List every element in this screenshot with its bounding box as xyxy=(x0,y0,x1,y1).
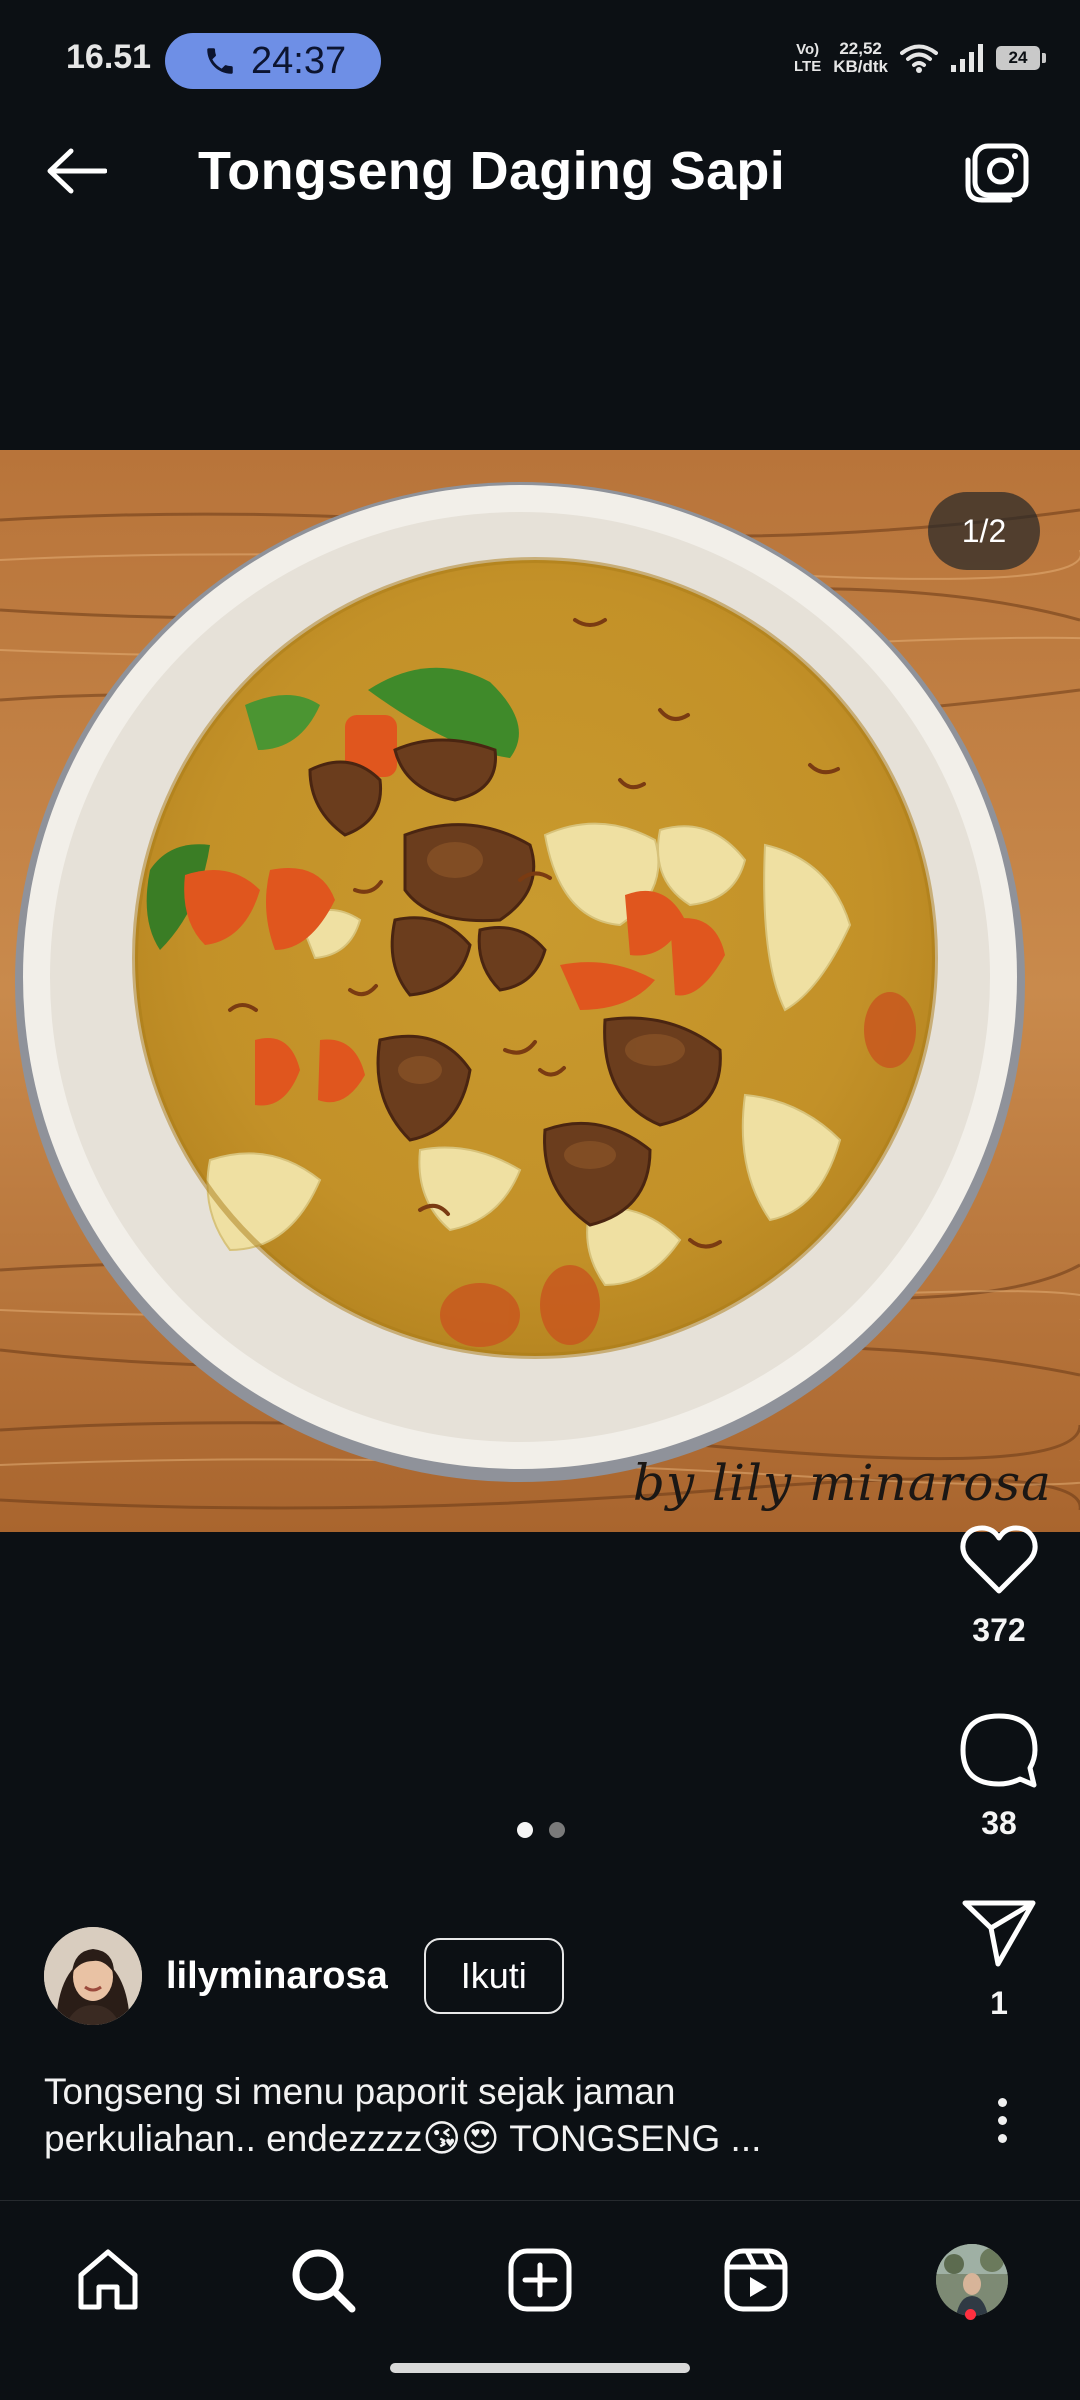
share-action[interactable]: 1 xyxy=(944,1898,1054,2022)
profile-avatar-image xyxy=(936,2244,1008,2316)
camera-icon xyxy=(965,143,1029,203)
notification-dot xyxy=(965,2309,976,2320)
profile-avatar xyxy=(936,2244,1008,2316)
reels-icon xyxy=(724,2248,788,2312)
image-counter-badge: 1/2 xyxy=(928,492,1040,570)
comment-action[interactable]: 38 xyxy=(944,1712,1054,1842)
more-options-button[interactable] xyxy=(972,2090,1032,2150)
nav-reels[interactable] xyxy=(711,2235,801,2325)
lte-label: LTE xyxy=(794,58,822,75)
more-dot-icon xyxy=(997,2115,1007,2125)
search-icon xyxy=(292,2249,356,2313)
post-caption[interactable]: Tongseng si menu paporit sejak jaman per… xyxy=(44,2068,924,2162)
call-duration: 24:37 xyxy=(251,39,347,82)
author-row: lilyminarosa Ikuti xyxy=(44,1926,564,2026)
share-count: 1 xyxy=(990,1985,1008,2021)
nav-create[interactable] xyxy=(495,2235,585,2325)
volte-label: Vo) xyxy=(796,41,820,58)
photo-watermark: by lily minarosa xyxy=(632,1454,1052,1512)
carousel-indicator xyxy=(517,1822,565,1838)
carousel-dot-active xyxy=(517,1822,533,1838)
volte-indicator: Vo) LTE xyxy=(794,41,821,75)
tongseng-food-image xyxy=(0,450,1080,1532)
app-bar: Tongseng Daging Sapi xyxy=(0,110,1080,230)
arrow-left-icon xyxy=(47,148,107,194)
create-icon xyxy=(508,2248,572,2312)
status-time: 16.51 xyxy=(66,38,152,76)
like-action[interactable]: 372 xyxy=(944,1525,1054,1649)
carousel-dot xyxy=(549,1822,565,1838)
caption-line: perkuliahan.. endezzzz😘😍 TONGSENG ... xyxy=(44,2118,762,2159)
send-icon[interactable] xyxy=(962,1898,1036,1968)
comment-bubble-icon[interactable] xyxy=(960,1712,1038,1788)
more-dot-icon xyxy=(997,2133,1007,2143)
nav-home[interactable] xyxy=(63,2235,153,2325)
page-title: Tongseng Daging Sapi xyxy=(198,141,786,201)
network-speed-unit: KB/dtk xyxy=(833,57,888,76)
status-bar: 16.51 24:37 Vo) LTE 22,52 KB/dtk 24 xyxy=(0,0,1080,94)
back-button[interactable] xyxy=(40,140,112,202)
wifi-icon xyxy=(900,44,938,73)
home-indicator-bar[interactable] xyxy=(390,2363,690,2373)
author-username[interactable]: lilyminarosa xyxy=(166,1955,388,1998)
author-avatar-image xyxy=(44,1927,142,2025)
network-speed: 22,52 KB/dtk xyxy=(833,40,888,76)
status-indicators: Vo) LTE 22,52 KB/dtk 24 xyxy=(794,40,1046,76)
like-count: 372 xyxy=(972,1612,1026,1648)
network-speed-value: 22,52 xyxy=(839,39,882,58)
phone-icon xyxy=(207,48,233,74)
camera-button[interactable] xyxy=(962,140,1032,206)
more-dot-icon xyxy=(997,2097,1007,2107)
author-avatar[interactable] xyxy=(44,1927,142,2025)
follow-button[interactable]: Ikuti xyxy=(423,1938,564,2014)
nav-search[interactable] xyxy=(278,2235,368,2325)
post-photo[interactable]: 1/2 by lily minarosa xyxy=(0,450,1080,1532)
comment-count: 38 xyxy=(981,1805,1017,1841)
signal-icon xyxy=(951,44,983,72)
screen: 16.51 24:37 Vo) LTE 22,52 KB/dtk 24 Tong… xyxy=(0,0,1080,2400)
battery-icon: 24 xyxy=(996,46,1046,70)
ongoing-call-pill[interactable]: 24:37 xyxy=(165,33,381,89)
heart-icon[interactable] xyxy=(960,1525,1038,1595)
home-icon xyxy=(78,2249,138,2310)
caption-line: Tongseng si menu paporit sejak jaman xyxy=(44,2071,676,2112)
